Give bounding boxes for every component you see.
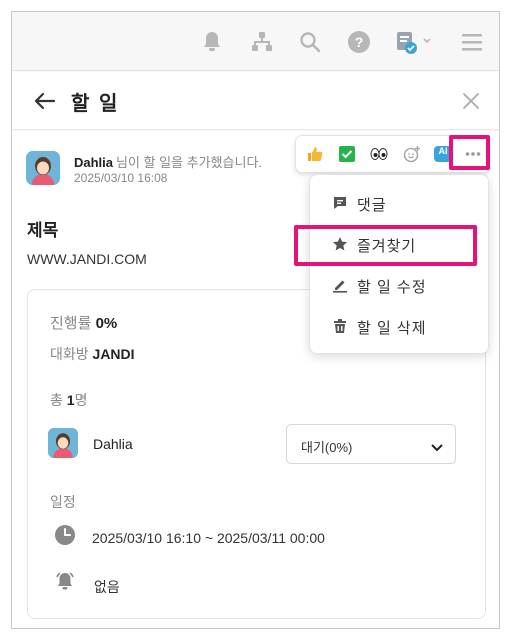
top-toolbar: ? bbox=[12, 12, 499, 71]
help-icon[interactable]: ? bbox=[346, 29, 372, 55]
menu-item-delete[interactable]: 할 일 삭제 bbox=[310, 306, 488, 346]
author-action: 님이 할 일을 추가했습니다. bbox=[116, 155, 263, 170]
status-select[interactable]: 대기(0%) bbox=[286, 424, 456, 464]
room-value[interactable]: JANDI bbox=[93, 346, 135, 362]
schedule-range[interactable]: 2025/03/10 16:10 ~ 2025/03/11 00:00 bbox=[92, 530, 325, 546]
task-title: 제목 bbox=[27, 221, 59, 240]
timestamp: 2025/03/10 16:08 bbox=[74, 171, 168, 185]
emoji-add-icon[interactable] bbox=[402, 144, 422, 164]
task-url[interactable]: WWW.JANDI.COM bbox=[27, 251, 147, 267]
total-suffix: 명 bbox=[74, 392, 88, 408]
author-line: Dahlia 님이 할 일을 추가했습니다. bbox=[74, 152, 262, 171]
status-selected-value: 대기(0%) bbox=[301, 440, 353, 455]
comment-icon bbox=[332, 195, 348, 211]
assignee-count: 총 1명 bbox=[50, 390, 87, 410]
total-count: 1 bbox=[66, 392, 75, 408]
schedule-label: 일정 bbox=[50, 494, 76, 510]
avatar[interactable] bbox=[26, 151, 60, 185]
menu-item-edit[interactable]: 할 일 수정 bbox=[310, 265, 488, 305]
alarm-value[interactable]: 없음 bbox=[94, 577, 120, 597]
menu-item-label: 댓글 bbox=[357, 197, 387, 214]
room-row: 대화방 JANDI bbox=[50, 344, 135, 364]
task-detail: Dahlia 님이 할 일을 추가했습니다. 2025/03/10 16:08 제… bbox=[12, 131, 499, 628]
more-options-highlight bbox=[449, 135, 490, 170]
alarm-icon bbox=[54, 570, 76, 592]
panel-header: 할 일 bbox=[12, 72, 499, 130]
thumbs-up-icon[interactable] bbox=[305, 144, 325, 164]
favorite-highlight bbox=[294, 225, 477, 266]
task-status-icon[interactable] bbox=[395, 29, 435, 55]
eyes-icon[interactable] bbox=[369, 144, 389, 164]
progress-row: 진행률 0% bbox=[50, 312, 117, 333]
member-name: Dahlia bbox=[93, 436, 133, 452]
trash-icon bbox=[332, 318, 348, 334]
total-prefix: 총 bbox=[50, 392, 63, 408]
progress-label: 진행률 bbox=[50, 315, 92, 332]
author-name[interactable]: Dahlia bbox=[74, 155, 113, 170]
search-icon[interactable] bbox=[297, 29, 323, 55]
close-icon[interactable] bbox=[461, 91, 481, 111]
notification-bell-icon[interactable] bbox=[199, 29, 225, 55]
clock-icon bbox=[54, 524, 76, 546]
app-window: ? 할 일 Dahlia 님이 할 일을 추가했습니다. 2025/03/10 1… bbox=[11, 11, 500, 629]
member-avatar[interactable] bbox=[48, 428, 78, 458]
org-chart-icon[interactable] bbox=[249, 29, 275, 55]
back-arrow-icon[interactable] bbox=[33, 89, 57, 113]
check-icon[interactable] bbox=[337, 144, 357, 164]
room-label: 대화방 bbox=[50, 346, 89, 362]
menu-item-comment[interactable]: 댓글 bbox=[310, 183, 488, 223]
page-title: 할 일 bbox=[71, 93, 120, 115]
menu-item-label: 할 일 삭제 bbox=[357, 320, 427, 337]
edit-icon bbox=[332, 277, 348, 293]
progress-value: 0% bbox=[95, 315, 118, 332]
menu-icon[interactable] bbox=[459, 29, 485, 55]
svg-text:?: ? bbox=[355, 34, 364, 50]
chevron-down-icon bbox=[431, 440, 443, 455]
menu-item-label: 할 일 수정 bbox=[357, 279, 427, 296]
